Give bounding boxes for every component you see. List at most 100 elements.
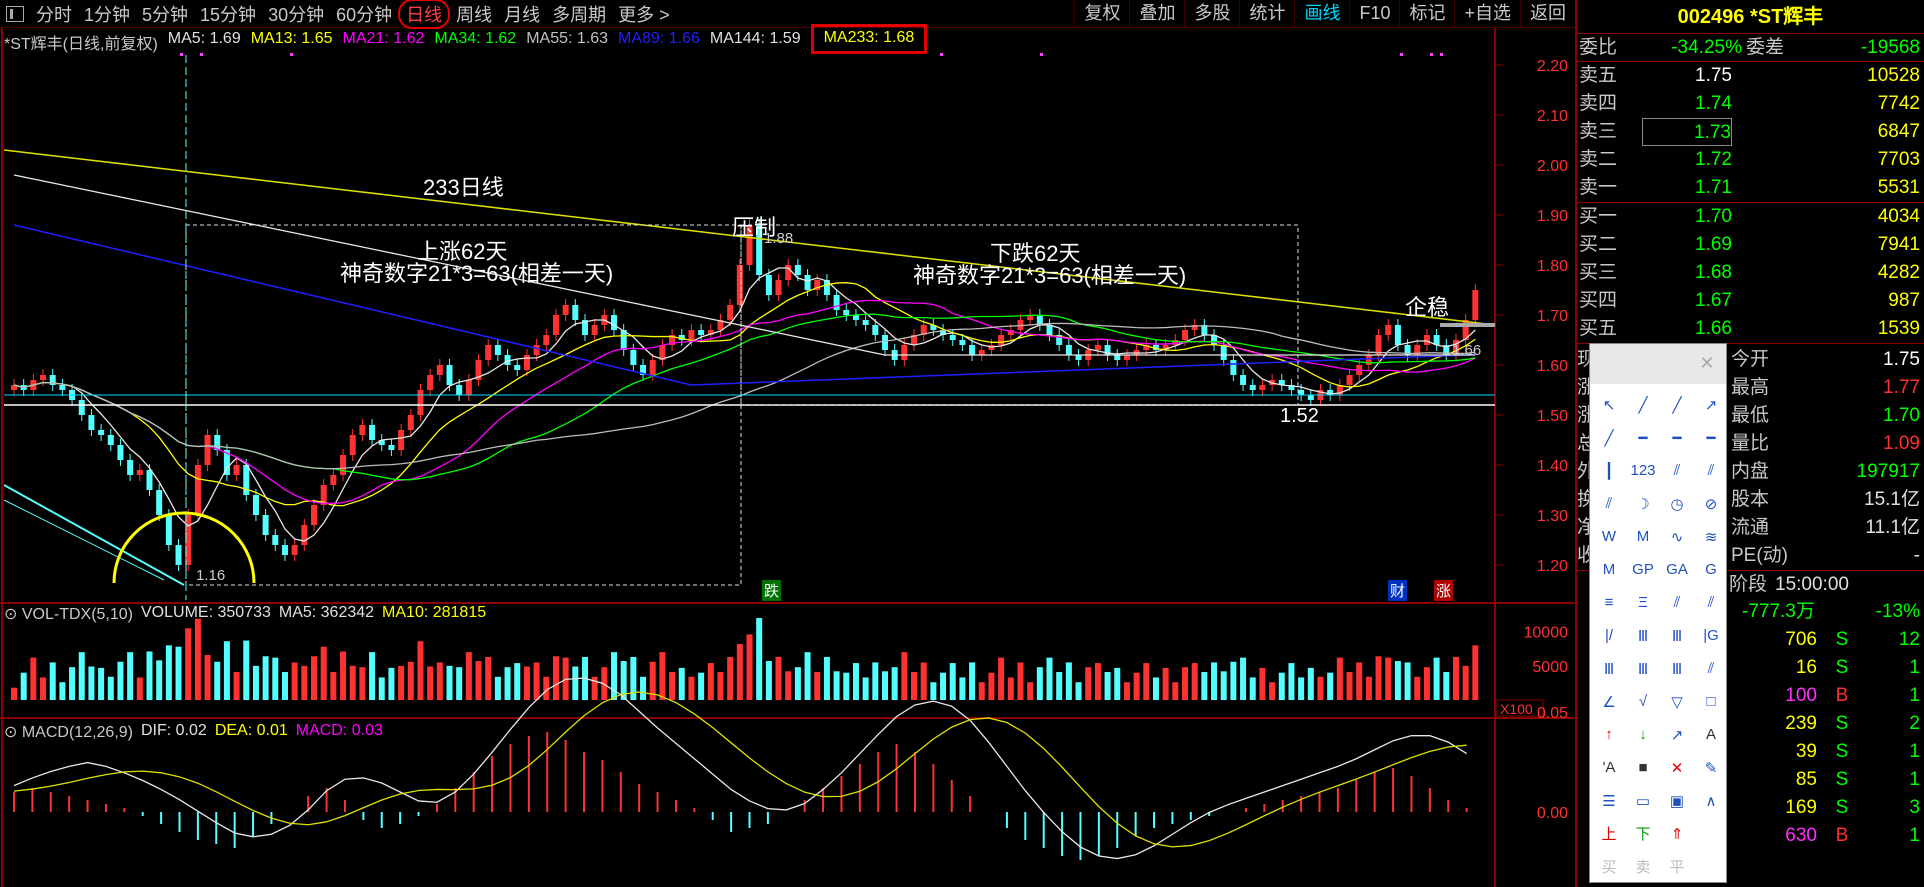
- draw-tool-icon[interactable]: ╱: [1660, 388, 1694, 421]
- draw-tool-icon[interactable]: 上: [1592, 817, 1626, 850]
- chart-canvas[interactable]: 2.20 2.10 2.00 1.90 1.80 1.70 1.60 1.50 1.40 1.30…: [0, 0, 1575, 887]
- volume-bar: [1181, 667, 1188, 700]
- draw-tool-icon[interactable]: 平: [1660, 850, 1694, 883]
- draw-tool-icon[interactable]: ↗: [1660, 718, 1694, 751]
- ask-row-1-volume: 5531: [1877, 177, 1920, 198]
- candle-body: [794, 265, 801, 275]
- candle-body: [194, 465, 201, 515]
- draw-tool-icon[interactable]: ⫽: [1694, 652, 1728, 685]
- draw-tool-icon[interactable]: ≡: [1592, 586, 1626, 619]
- draw-tool-icon[interactable]: Ⅲ: [1660, 652, 1694, 685]
- draw-tool-icon[interactable]: GP: [1626, 553, 1660, 586]
- macd-indicator-label[interactable]: ⊙ MACD(12,26,9): [4, 722, 133, 742]
- draw-tool-icon[interactable]: 'A: [1592, 751, 1626, 784]
- draw-tool-icon[interactable]: ▽: [1660, 685, 1694, 718]
- draw-tool-icon[interactable]: Ⅲ: [1626, 619, 1660, 652]
- draw-tool-icon[interactable]: ☰: [1592, 784, 1626, 817]
- vol-ma5-number: 362342: [320, 604, 375, 621]
- dif-number: 0.02: [175, 722, 207, 739]
- candle-body: [98, 430, 105, 435]
- candle-body: [436, 365, 443, 375]
- volume-bar: [398, 665, 405, 700]
- draw-tool-icon[interactable]: ∧: [1694, 784, 1728, 817]
- volume-bar: [475, 661, 482, 700]
- draw-tool-icon[interactable]: √: [1626, 685, 1660, 718]
- draw-tool-icon[interactable]: ┃: [1592, 454, 1626, 487]
- volume-bar: [930, 682, 937, 700]
- macd-legend: ⊙ MACD(12,26,9) DIF: 0.02 DEA: 0.01 MACD…: [4, 722, 383, 742]
- candle-body: [959, 340, 966, 345]
- volume-bar: [1152, 677, 1159, 700]
- draw-tool-icon[interactable]: Ⅲ: [1660, 619, 1694, 652]
- draw-tool-icon[interactable]: ━: [1660, 421, 1694, 454]
- draw-tool-icon[interactable]: GA: [1660, 553, 1694, 586]
- draw-tool-icon[interactable]: ╱: [1592, 421, 1626, 454]
- draw-tool-icon[interactable]: ✎: [1694, 751, 1728, 784]
- draw-tool-icon[interactable]: ↓: [1626, 718, 1660, 751]
- volume-bar: [107, 676, 114, 700]
- volume-bar: [746, 634, 753, 700]
- draw-tool-icon[interactable]: [1694, 850, 1728, 883]
- tag-rise: 涨: [1434, 580, 1454, 601]
- draw-tool-icon[interactable]: ◷: [1660, 487, 1694, 520]
- volume-bar: [959, 677, 966, 700]
- draw-tool-icon[interactable]: ■: [1626, 751, 1660, 784]
- draw-tool-icon[interactable]: ━: [1694, 421, 1728, 454]
- volume-bar: [252, 665, 259, 700]
- close-icon[interactable]: ✕: [1696, 353, 1718, 375]
- draw-tool-icon[interactable]: ∿: [1660, 520, 1694, 553]
- draw-tool-icon[interactable]: 下: [1626, 817, 1660, 850]
- draw-tool-icon[interactable]: ∠: [1592, 685, 1626, 718]
- draw-tool-icon[interactable]: ⫽: [1694, 454, 1728, 487]
- draw-tool-icon[interactable]: ╱: [1626, 388, 1660, 421]
- draw-tool-icon[interactable]: ▭: [1626, 784, 1660, 817]
- draw-tool-icon[interactable]: M: [1626, 520, 1660, 553]
- draw-tool-icon[interactable]: |G: [1694, 619, 1728, 652]
- draw-tool-icon[interactable]: ↗: [1694, 388, 1728, 421]
- draw-tool-icon[interactable]: ↖: [1592, 388, 1626, 421]
- draw-tool-icon[interactable]: M: [1592, 553, 1626, 586]
- draw-tool-icon[interactable]: ⫽: [1694, 586, 1728, 619]
- draw-tool-icon[interactable]: 123: [1626, 454, 1660, 487]
- draw-tool-icon[interactable]: ✕: [1660, 751, 1694, 784]
- volume-tick-label: 5000: [1532, 659, 1568, 676]
- annotation-high-188: 1.88: [764, 230, 794, 247]
- draw-tool-icon[interactable]: ⊘: [1694, 487, 1728, 520]
- draw-tool-icon[interactable]: [1694, 817, 1728, 850]
- draw-tool-icon[interactable]: ⫽: [1660, 454, 1694, 487]
- candle-body: [330, 475, 337, 485]
- candle-body: [785, 265, 792, 280]
- volume-bar: [69, 667, 76, 700]
- draw-tool-icon[interactable]: 买: [1592, 850, 1626, 883]
- draw-tool-icon[interactable]: ≋: [1694, 520, 1728, 553]
- candle-body: [427, 375, 434, 390]
- draw-tool-icon[interactable]: ━: [1626, 421, 1660, 454]
- stat-value: 1.09: [1883, 433, 1920, 454]
- draw-tool-icon[interactable]: ⫽: [1592, 487, 1626, 520]
- draw-tool-icon[interactable]: A: [1694, 718, 1728, 751]
- drawing-tools-header[interactable]: ✕: [1590, 344, 1726, 384]
- draw-tool-icon[interactable]: G: [1694, 553, 1728, 586]
- draw-tool-icon[interactable]: □: [1694, 685, 1728, 718]
- stock-chart-label[interactable]: *ST辉丰(日线,前复权): [4, 30, 158, 54]
- volume-bar: [775, 656, 782, 700]
- draw-tool-icon[interactable]: 卖: [1626, 850, 1660, 883]
- draw-tool-icon[interactable]: ☽: [1626, 487, 1660, 520]
- volume-bar: [146, 651, 153, 700]
- draw-tool-icon[interactable]: ⇑: [1660, 817, 1694, 850]
- marker-dot: [1430, 53, 1433, 56]
- volume-bar: [1133, 672, 1140, 700]
- bid-row-3: 买三 1.68 4282: [1577, 259, 1924, 287]
- draw-tool-icon[interactable]: ⫽: [1660, 586, 1694, 619]
- draw-tool-icon[interactable]: W: [1592, 520, 1626, 553]
- draw-tool-icon[interactable]: |/: [1592, 619, 1626, 652]
- volume-bar: [359, 667, 366, 700]
- volume-bar: [1220, 671, 1227, 700]
- draw-tool-icon[interactable]: ↑: [1592, 718, 1626, 751]
- draw-tool-icon[interactable]: Ⅲ: [1592, 652, 1626, 685]
- vol-indicator-label[interactable]: ⊙ VOL-TDX(5,10): [4, 604, 133, 624]
- draw-tool-icon[interactable]: Ⅲ: [1626, 652, 1660, 685]
- volume-bar: [1123, 682, 1130, 700]
- draw-tool-icon[interactable]: ▣: [1660, 784, 1694, 817]
- draw-tool-icon[interactable]: Ξ: [1626, 586, 1660, 619]
